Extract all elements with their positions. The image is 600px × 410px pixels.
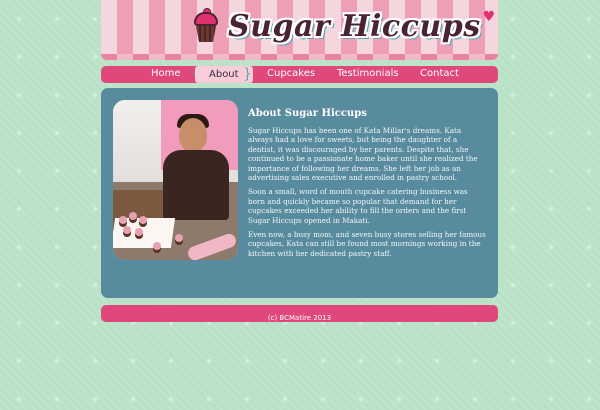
cupcake-icon [192, 8, 220, 42]
site-footer: (c) BCMatire 2013 [101, 305, 498, 322]
nav-item-home[interactable]: Home [151, 68, 181, 79]
logo-text: Sugar Hiccups [228, 8, 481, 44]
about-content: About Sugar Hiccups Sugar Hiccups has be… [248, 108, 486, 263]
about-paragraph-2: Soon a small, word of mouth cupcake cate… [248, 187, 468, 225]
nav-item-testimonials[interactable]: Testimonials [337, 68, 399, 79]
main-nav: Home { About } Cupcakes Testimonials Con… [101, 66, 498, 83]
awning-edge [101, 54, 498, 60]
about-paragraph-1: Sugar Hiccups has been one of Kata Milla… [248, 126, 478, 183]
about-panel: About Sugar Hiccups Sugar Hiccups has be… [101, 88, 498, 298]
nav-item-contact[interactable]: Contact [420, 68, 459, 79]
about-paragraph-3: Even now, a busy mom, and seven busy sto… [248, 230, 486, 258]
nav-bracket-right: } [243, 66, 252, 82]
heart-icon: ♥ [482, 9, 496, 25]
site-logo[interactable]: Sugar Hiccups ♥ [192, 8, 495, 44]
footer-copyright: (c) BCMatire 2013 [267, 314, 332, 322]
about-heading: About Sugar Hiccups [248, 108, 367, 119]
nav-item-cupcakes[interactable]: Cupcakes [267, 68, 315, 79]
baker-photo [113, 100, 238, 260]
